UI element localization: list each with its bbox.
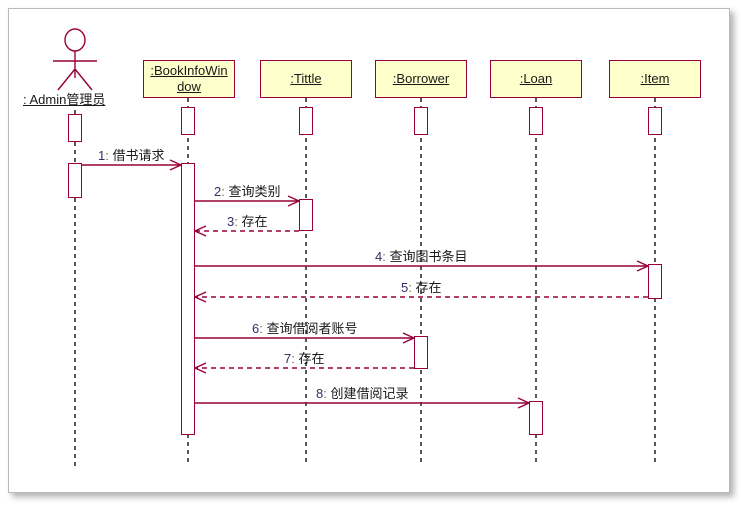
message-7-label: 7: 存在	[284, 348, 324, 367]
message-4-text: 查询图书条目	[385, 249, 468, 264]
lifeline-header-loan[interactable]: :Loan	[490, 60, 582, 98]
message-6-text: 查询借阅者账号	[262, 321, 358, 336]
message-2-arrowhead-lower	[287, 200, 300, 207]
actor-stick-figure	[53, 28, 97, 91]
lifeline-header-borrower[interactable]: :Borrower	[375, 60, 467, 98]
lifeline-label-bookinfowindow: :BookInfoWindow	[150, 62, 228, 94]
activation-actor-head[interactable]	[68, 114, 82, 142]
lifeline-label-item: :Item	[640, 70, 670, 86]
actor-label-admin: : Admin管理员	[23, 92, 106, 107]
message-5-text: 存在	[411, 280, 442, 295]
actor-left-leg-icon	[57, 68, 76, 91]
message-1-arrowhead-lower	[169, 164, 182, 171]
lifeline-header-item[interactable]: :Item	[609, 60, 701, 98]
message-8-arrowhead-lower	[517, 402, 530, 409]
actor-head-icon	[64, 28, 86, 52]
activation-loan-head[interactable]	[529, 107, 543, 135]
message-6-arrowhead-upper	[402, 332, 415, 339]
message-4-arrowhead-lower	[636, 265, 649, 272]
message-1-arrowhead-upper	[169, 159, 182, 166]
lifeline-label-borrower: :Borrower	[392, 70, 450, 86]
message-7-arrowhead-lower	[194, 367, 207, 374]
lifeline-header-tittle[interactable]: :Tittle	[260, 60, 352, 98]
message-3-label: 3: 存在	[227, 211, 267, 230]
message-4-label: 4: 查询图书条目	[375, 246, 467, 265]
actor-right-leg-icon	[74, 68, 93, 91]
message-8-text: 创建借阅记录	[326, 386, 409, 401]
message-6-arrowhead-lower	[402, 337, 415, 344]
activation-actor-1[interactable]	[68, 163, 82, 198]
message-8-label: 8: 创建借阅记录	[316, 383, 408, 402]
message-4-arrowhead-upper	[636, 260, 649, 267]
message-5-arrowhead-upper	[194, 291, 207, 298]
sequence-diagram: :BookInfoWindow :Tittle :Borrower :Loan :Ite…	[0, 0, 741, 507]
message-3-text: 存在	[237, 214, 268, 229]
activation-borrower-head[interactable]	[414, 107, 428, 135]
message-3-arrowhead-lower	[194, 230, 207, 237]
message-2-label: 2: 查询类别	[214, 181, 280, 200]
activation-window-head[interactable]	[181, 107, 195, 135]
message-2-text: 查询类别	[224, 184, 281, 199]
lifeline-label-loan: :Loan	[519, 70, 553, 86]
message-8-arrowhead-upper	[517, 397, 530, 404]
activation-item-1[interactable]	[648, 264, 662, 299]
activation-loan-1[interactable]	[529, 401, 543, 435]
activation-window-1[interactable]	[181, 163, 195, 435]
activation-tittle-1[interactable]	[299, 199, 313, 231]
activation-borrower-1[interactable]	[414, 336, 428, 369]
lifeline-header-bookinfowindow[interactable]: :BookInfoWindow	[143, 60, 235, 98]
lifeline-label-tittle: :Tittle	[290, 70, 322, 86]
message-5-arrowhead-lower	[194, 296, 207, 303]
activation-tittle-head[interactable]	[299, 107, 313, 135]
message-7-arrowhead-upper	[194, 362, 207, 369]
message-5-label: 5: 存在	[401, 277, 441, 296]
message-2-arrowhead-upper	[287, 195, 300, 202]
message-7-text: 存在	[294, 351, 325, 366]
message-1-text: 借书请求	[108, 148, 165, 163]
message-3-arrowhead-upper	[194, 225, 207, 232]
message-6-label: 6: 查询借阅者账号	[252, 318, 357, 337]
message-1-label: 1: 借书请求	[98, 145, 164, 164]
screenshot-root: :BookInfoWindow :Tittle :Borrower :Loan :Ite…	[0, 0, 741, 507]
activation-item-head[interactable]	[648, 107, 662, 135]
